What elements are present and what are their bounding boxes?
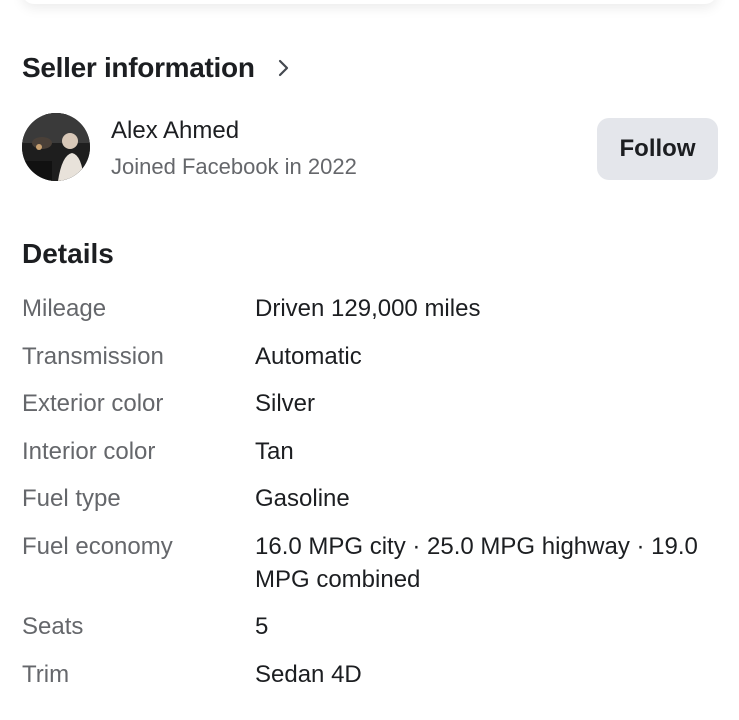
detail-value: 16.0 MPG city · 25.0 MPG highway · 19.0 …	[255, 532, 698, 593]
detail-label: Interior color	[22, 437, 156, 465]
detail-row-mileage: Mileage Driven 129,000 miles	[22, 292, 722, 325]
detail-row-seats: Seats 5	[22, 610, 722, 643]
detail-value: 5	[255, 613, 269, 640]
chevron-right-icon[interactable]	[277, 58, 291, 78]
seller-row: Alex Ahmed Joined Facebook in 2022 Follo…	[22, 113, 718, 183]
detail-row-transmission: Transmission Automatic	[22, 340, 722, 373]
follow-button[interactable]: Follow	[597, 118, 718, 180]
detail-label: Transmission	[22, 342, 164, 370]
details-title: Details	[22, 238, 114, 269]
detail-row-fuel-economy: Fuel economy 16.0 MPG city · 25.0 MPG hi…	[22, 530, 722, 596]
seller-name[interactable]: Alex Ahmed	[111, 117, 239, 145]
detail-label: Seats	[22, 613, 84, 640]
detail-label: Exterior color	[22, 390, 164, 417]
detail-label: Mileage	[22, 295, 107, 322]
seller-information-header[interactable]: Seller information	[22, 52, 291, 84]
detail-row-trim: Trim Sedan 4D	[22, 658, 722, 691]
detail-value: Tan	[255, 437, 294, 465]
seller-joined-date: Joined Facebook in 2022	[111, 154, 357, 179]
detail-label: Trim	[22, 660, 70, 688]
previous-card-edge	[22, 0, 717, 4]
detail-row-interior-color: Interior color Tan	[22, 435, 722, 468]
detail-label: Fuel economy	[22, 532, 173, 560]
detail-value: Silver	[255, 390, 316, 417]
detail-row-fuel-type: Fuel type Gasoline	[22, 482, 722, 515]
detail-value: Gasoline	[255, 485, 350, 512]
seller-information-title: Seller information	[22, 52, 255, 83]
detail-value: Driven 129,000 miles	[255, 295, 481, 322]
detail-value: Automatic	[255, 342, 362, 370]
detail-label: Fuel type	[22, 485, 121, 512]
details-list: Mileage Driven 129,000 miles Transmissio…	[22, 292, 722, 705]
detail-value: Sedan 4D	[255, 660, 362, 688]
seller-avatar[interactable]	[22, 113, 90, 181]
detail-row-exterior-color: Exterior color Silver	[22, 387, 722, 420]
